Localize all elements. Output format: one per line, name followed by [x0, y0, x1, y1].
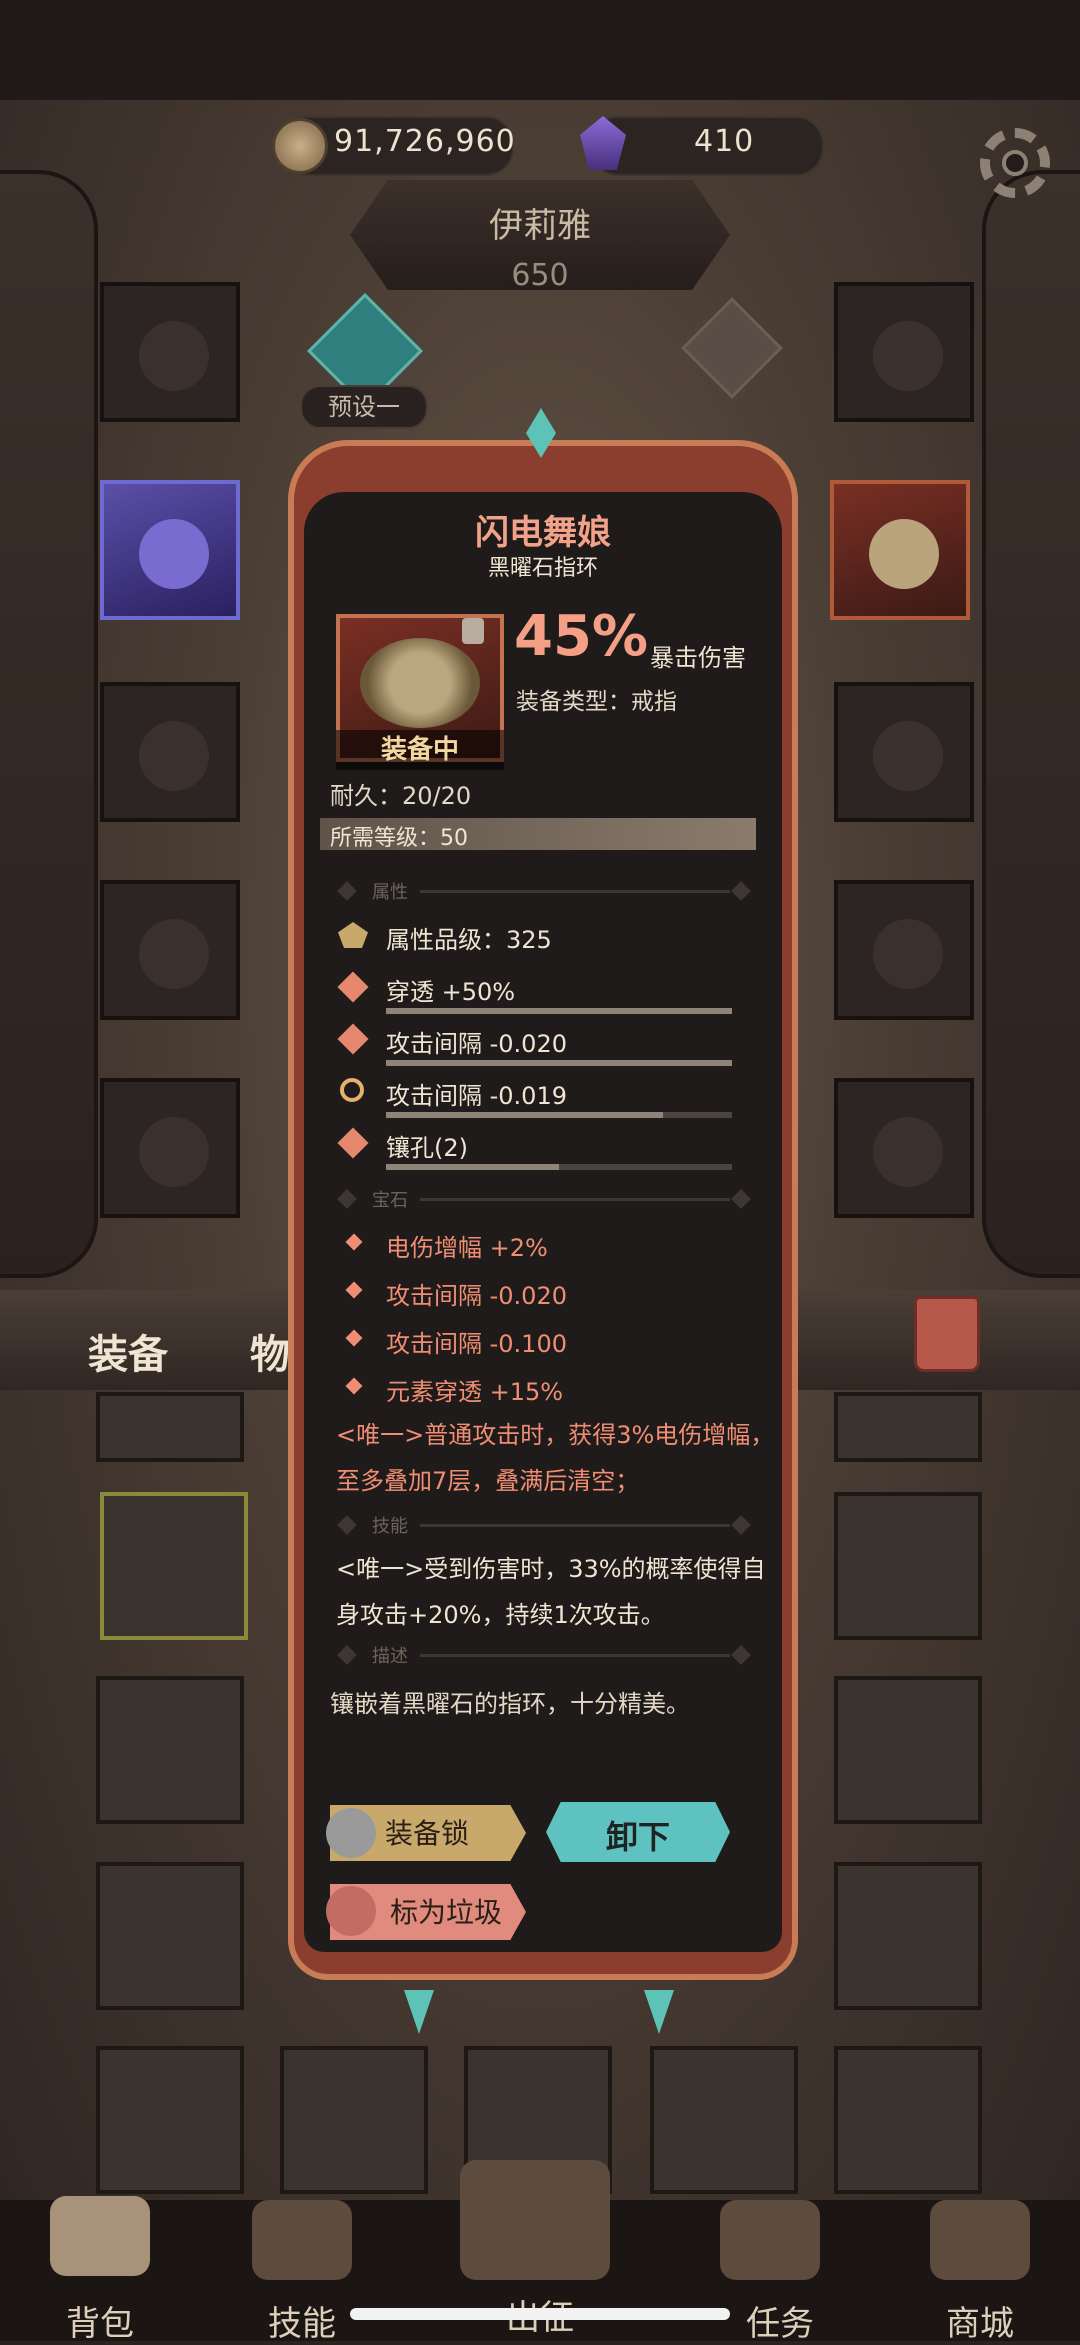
right-frame-decoration: [982, 170, 1080, 1278]
slot-ring[interactable]: [830, 480, 970, 620]
inventory-slot[interactable]: [96, 1676, 244, 1824]
unequip-label[interactable]: 卸下: [546, 1812, 730, 1858]
cycle-icon: [340, 1078, 364, 1102]
inventory-slot[interactable]: [834, 1492, 982, 1640]
nav-shop[interactable]: 商城: [900, 2296, 1060, 2345]
mark-junk-label[interactable]: 标为垃圾: [390, 1891, 502, 1931]
trash-can-icon: [326, 1886, 376, 1936]
required-level: 所需等级：50: [330, 826, 468, 851]
equipment-type: 装备类型：戒指: [516, 689, 677, 715]
gem-row: 元素穿透 +15%: [386, 1378, 564, 1406]
attribute-row: 镶孔(2): [386, 1134, 468, 1162]
inventory-item[interactable]: [96, 1392, 244, 1462]
gem-row: 攻击间隔 -0.020: [386, 1282, 567, 1310]
shop-crown-icon[interactable]: [930, 2200, 1030, 2280]
attribute-bar: [386, 1060, 732, 1066]
inventory-slot[interactable]: [280, 2046, 428, 2194]
section-line: [420, 1524, 730, 1527]
obsidian-ring-icon: [869, 519, 939, 589]
slot-boots[interactable]: [100, 1078, 240, 1218]
slot-weapon[interactable]: [834, 880, 974, 1020]
section-line: [420, 1198, 730, 1201]
attribute-bar-fill: [386, 1060, 732, 1066]
nav-backpack[interactable]: 背包: [20, 2296, 180, 2345]
hero-level: 650: [511, 258, 569, 293]
inventory-item[interactable]: [834, 1392, 982, 1462]
section-gems: 宝石: [372, 1190, 408, 1211]
preset-label[interactable]: 预设一: [300, 385, 428, 429]
gem-amount: 410: [694, 124, 755, 159]
item-name: 闪电舞娘: [475, 513, 611, 553]
gem-row: 电伤增幅 +2%: [386, 1234, 548, 1262]
left-frame-decoration: [0, 170, 98, 1278]
settings-gear-icon[interactable]: [980, 128, 1050, 198]
skill-book-icon[interactable]: [252, 2200, 352, 2280]
boots-icon: [139, 1117, 209, 1187]
section-skills: 技能: [372, 1516, 408, 1537]
backpack-icon[interactable]: [50, 2196, 150, 2276]
top-status-area: [0, 0, 1080, 100]
helmet-icon: [139, 321, 209, 391]
unique-effect-1: <唯一>普通攻击时，获得3%电伤增幅，至多叠加7层，叠满后清空；: [336, 1421, 775, 1495]
gold-coin-icon: [272, 118, 328, 174]
slot-helmet[interactable]: [100, 282, 240, 422]
inventory-slot[interactable]: [96, 2046, 244, 2194]
trash-icon[interactable]: [914, 1296, 980, 1372]
sword-icon[interactable]: [460, 2160, 610, 2280]
slot-accessory[interactable]: [834, 682, 974, 822]
nav-quests[interactable]: 任务: [700, 2296, 860, 2345]
nav-skills[interactable]: 技能: [222, 2296, 382, 2345]
quest-scroll-icon[interactable]: [720, 2200, 820, 2280]
attribute-bar: [386, 1164, 732, 1170]
equipped-banner: 装备中: [336, 730, 504, 770]
slot-necklace[interactable]: [834, 282, 974, 422]
shield-icon: [873, 1117, 943, 1187]
hero-name: 伊莉雅: [489, 206, 591, 246]
pants-icon: [139, 919, 209, 989]
rose-icon: [873, 721, 943, 791]
attribute-bar-fill: [386, 1112, 663, 1118]
necklace-icon: [873, 321, 943, 391]
attribute-row: 攻击间隔 -0.020: [386, 1030, 567, 1058]
slot-shield[interactable]: [834, 1078, 974, 1218]
glove-icon: [139, 721, 209, 791]
inventory-slot[interactable]: [96, 1862, 244, 2010]
obsidian-ring-icon: [360, 638, 480, 728]
sword-slot-icon: [873, 919, 943, 989]
attribute-bar: [386, 1112, 732, 1118]
equipment-lock-label[interactable]: 装备锁: [385, 1812, 469, 1852]
attribute-bar-fill: [386, 1008, 732, 1014]
tab-equipment[interactable]: 装备: [88, 1322, 168, 1380]
home-indicator[interactable]: [350, 2308, 730, 2320]
attribute-row: 攻击间隔 -0.019: [386, 1082, 567, 1110]
slot-gloves[interactable]: [100, 682, 240, 822]
lock-icon: [462, 618, 484, 644]
slot-armor[interactable]: [100, 480, 240, 620]
section-line: [420, 1654, 730, 1657]
section-description: 描述: [372, 1646, 408, 1667]
crit-damage-value: 45%: [514, 604, 649, 669]
purple-cloak-icon: [139, 519, 209, 589]
slot-pants[interactable]: [100, 880, 240, 1020]
gem-row: 攻击间隔 -0.100: [386, 1330, 567, 1358]
section-line: [420, 890, 730, 893]
item-description: 镶嵌着黑曜石的指环，十分精美。: [330, 1690, 690, 1718]
inventory-slot[interactable]: [834, 2046, 982, 2194]
section-attributes: 属性: [372, 882, 408, 903]
unique-effect-2: <唯一>受到伤害时，33%的概率使得自身攻击+20%，持续1次攻击。: [336, 1555, 766, 1629]
item-subtitle: 黑曜石指环: [487, 556, 598, 581]
attribute-row: 穿透 +50%: [386, 978, 516, 1006]
attribute-grade: 属性品级：325: [386, 926, 552, 954]
padlock-icon: [326, 1808, 376, 1858]
attribute-bar-fill: [386, 1164, 559, 1170]
inventory-item-scythe[interactable]: [100, 1492, 248, 1640]
attribute-bar: [386, 1008, 732, 1014]
inventory-slot[interactable]: [834, 1862, 982, 2010]
crit-damage-label: 暴击伤害: [650, 644, 746, 672]
gold-amount: 91,726,960: [334, 124, 516, 159]
durability: 耐久：20/20: [330, 782, 472, 810]
inventory-slot[interactable]: [834, 1676, 982, 1824]
inventory-slot[interactable]: [650, 2046, 798, 2194]
